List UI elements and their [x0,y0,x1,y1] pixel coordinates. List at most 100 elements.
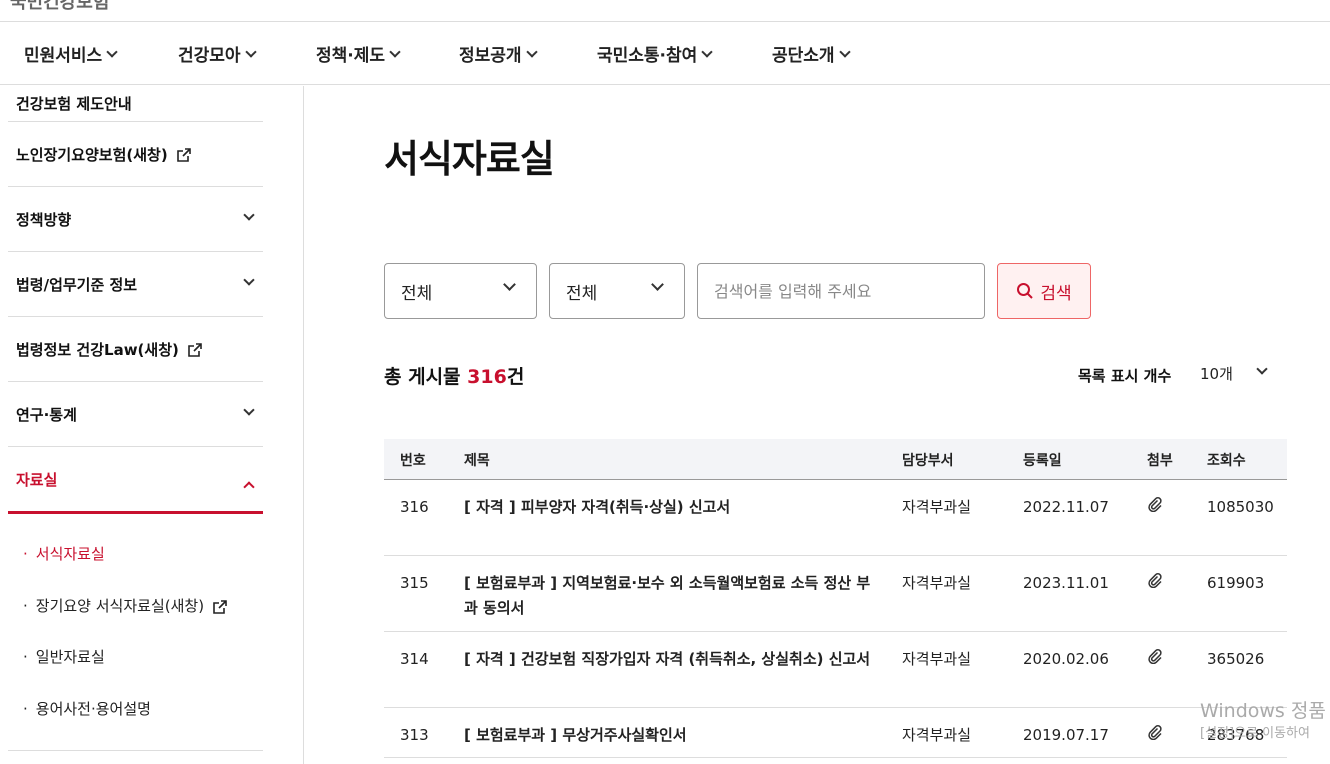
th-attach: 첨부 [1147,453,1173,469]
chevron-down-icon [651,278,664,291]
search-input[interactable] [697,263,985,319]
search-icon [1017,283,1034,299]
total-count: 총 게시물 316건 [384,362,524,389]
sidebar-item-label: 정책방향 [16,210,72,229]
attachment-icon[interactable] [1147,571,1163,596]
th-title: 제목 [464,453,490,469]
cell-dept: 자격부과실 [902,726,972,744]
sidebar-subitem-label: 서식자료실 [35,545,105,563]
sidebar-item-archive[interactable]: 자료실 [8,447,263,514]
sidebar-item-label: 법령/업무기준 정보 [16,275,138,294]
sidebar-subitem-label: 장기요양 서식자료실(새창) [35,597,205,615]
gnb-item-participation[interactable]: 국민소통·참여 [597,41,713,66]
table-row: 313 [ 보험료부과 ] 무상거주사실확인서 자격부과실 2019.07.17… [384,708,1287,758]
windows-activation-subtext: [설정]으로 이동하여 [1200,726,1310,741]
site-header-cut: 국민건강보험 [0,0,1330,22]
gnb-item-civil-service[interactable]: 민원서비스 [24,41,118,66]
cell-title-link[interactable]: [ 보험료부과 ] 무상거주사실확인서 [464,723,874,748]
gnb-label: 공단소개 [772,46,835,66]
cell-date: 2022.11.07 [1023,498,1109,516]
chevron-down-icon [389,45,401,58]
sidebar-subitem-general[interactable]: · 일반자료실 [23,646,105,667]
gnb-item-info[interactable]: 정보공개 [459,41,538,66]
sidebar-item-policy-direction[interactable]: 정책방향 [8,187,263,252]
th-views: 조회수 [1207,453,1246,469]
cell-title-link[interactable]: [ 보험료부과 ] 지역보험료·보수 외 소득월액보험료 소득 정산 부과 동의… [464,571,874,621]
cell-views: 619903 [1207,574,1265,592]
cell-dept: 자격부과실 [902,650,972,668]
table-row: 316 [ 자격 ] 피부양자 자격(취득·상실) 신고서 자격부과실 2022… [384,480,1287,556]
divider [8,750,263,751]
cell-dept: 자격부과실 [902,498,972,516]
sidebar-item-ltc-insurance[interactable]: 노인장기요양보험(새창) [8,122,263,187]
divider [303,86,304,764]
cell-views: 365026 [1207,650,1265,668]
search-button[interactable]: 검색 [997,263,1091,319]
attachment-icon[interactable] [1147,495,1163,520]
sidebar-subitem-ltc-forms[interactable]: · 장기요양 서식자료실(새창) [23,595,227,616]
sidebar-item-label: 자료실 [16,470,58,489]
sidebar-subitem-label: 일반자료실 [35,648,105,666]
sidebar-item-law-standards[interactable]: 법령/업무기준 정보 [8,252,263,317]
chevron-down-icon [243,274,255,286]
sidebar-subitem-forms[interactable]: · 서식자료실 [23,543,105,564]
external-link-icon [212,599,227,614]
windows-activation-watermark: Windows 정품 [1200,700,1326,722]
chevron-down-icon [503,278,516,291]
perpage-select[interactable]: 10개 [1200,363,1275,384]
perpage-label: 목록 표시 개수 [1078,367,1172,385]
gnb-item-health[interactable]: 건강모아 [178,41,257,66]
sidebar-item-label: 법령정보 건강Law(새창) [16,340,179,359]
gnb-label: 국민소통·참여 [597,46,698,66]
bullet: · [23,699,28,718]
gnb-item-about[interactable]: 공단소개 [772,41,851,66]
sidebar-item-label: 건강보험 제도안내 [16,95,132,113]
sidebar-item-health-law[interactable]: 법령정보 건강Law(새창) [8,317,263,382]
cell-no: 315 [400,574,429,592]
bullet: · [23,544,28,563]
table-header: 번호 제목 담당부서 등록일 첨부 조회수 [384,439,1287,480]
attachment-icon[interactable] [1147,647,1163,672]
bullet: · [23,596,28,615]
external-link-icon [187,342,202,357]
cell-no: 313 [400,726,429,744]
gnb-label: 건강모아 [178,46,241,66]
chevron-down-icon [243,209,255,221]
cell-no: 314 [400,650,429,668]
th-dept: 담당부서 [902,453,954,469]
cell-title-link[interactable]: [ 자격 ] 건강보험 직장가입자 자격 (취득취소, 상실취소) 신고서 [464,647,874,672]
site-logo-text[interactable]: 국민건강보험 [10,0,109,14]
search-field-select[interactable]: 전체 [549,263,685,319]
chevron-down-icon [243,404,255,416]
external-link-icon [176,147,191,162]
sidebar-subitem-label: 용어사전·용어설명 [35,700,151,718]
table-row: 315 [ 보험료부과 ] 지역보험료·보수 외 소득월액보험료 소득 정산 부… [384,556,1287,632]
total-prefix: 총 게시물 [384,366,468,388]
cell-title-link[interactable]: [ 자격 ] 피부양자 자격(취득·상실) 신고서 [464,495,874,520]
cell-date: 2019.07.17 [1023,726,1109,744]
sidebar-item-label: 노인장기요양보험(새창) [16,145,168,164]
chevron-down-icon [106,45,118,58]
attachment-icon[interactable] [1147,723,1163,748]
chevron-down-icon [1256,363,1268,375]
gnb-label: 민원서비스 [24,46,103,66]
th-no: 번호 [400,453,426,469]
sidebar-subitem-glossary[interactable]: · 용어사전·용어설명 [23,698,151,719]
select-value: 전체 [566,283,598,304]
sidebar-item-insurance-guide[interactable]: 건강보험 제도안내 [8,86,263,122]
bullet: · [23,647,28,666]
select-value: 전체 [401,283,433,304]
chevron-down-icon [244,45,257,58]
gnb-item-policy[interactable]: 정책·제도 [316,41,401,66]
gnb-label: 정책·제도 [316,46,386,66]
chevron-down-icon [525,45,538,58]
table-row: 314 [ 자격 ] 건강보험 직장가입자 자격 (취득취소, 상실취소) 신고… [384,632,1287,708]
total-number: 316 [467,366,507,388]
chevron-down-icon [701,45,713,58]
cell-views: 1085030 [1207,498,1274,516]
sidebar-item-research-stats[interactable]: 연구·통계 [8,382,263,447]
cell-no: 316 [400,498,429,516]
category-select[interactable]: 전체 [384,263,537,319]
global-nav: 민원서비스 건강모아 정책·제도 정보공개 국민소통·참여 공단소개 [0,23,1330,85]
page-title: 서식자료실 [384,137,555,181]
